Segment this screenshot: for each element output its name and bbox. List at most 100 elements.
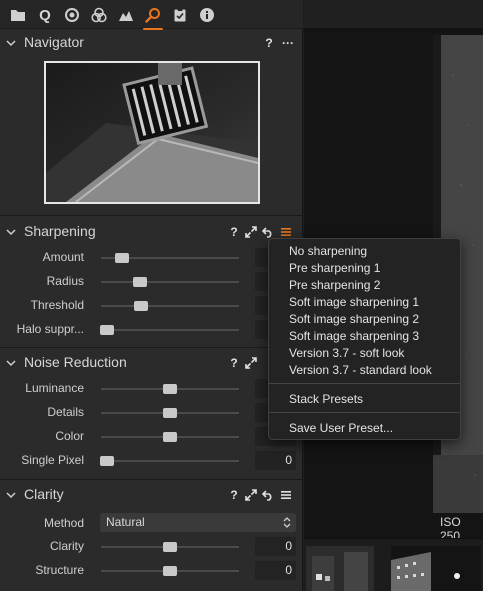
chevron-down-icon[interactable] [6,38,16,48]
value-field[interactable]: 0 [255,537,296,556]
slider-row-radius: Radius [0,270,303,294]
menu-item-soft-sharpening-2[interactable]: Soft image sharpening 2 [289,312,419,326]
navigator-header[interactable]: Navigator ? ··· [0,30,303,56]
slider-knob[interactable] [163,542,177,552]
menu-item-no-sharpening[interactable]: No sharpening [289,244,367,258]
menu-item-v37-standard[interactable]: Version 3.7 - standard look [289,363,432,377]
slider-knob[interactable] [99,325,114,335]
slider-track[interactable] [101,253,239,263]
more-icon[interactable]: ··· [280,36,296,50]
updown-chevron-icon [283,517,291,528]
menu-item-save-user-preset[interactable]: Save User Preset... [289,421,393,435]
method-value: Natural [106,515,145,529]
method-row: Method Natural [0,512,303,536]
slider-row-color: Color 50 [0,425,303,449]
slider-row-structure: Structure 0 [0,559,303,583]
filmstrip-thumbnail[interactable] [391,546,481,591]
sharpening-header[interactable]: Sharpening ? [0,219,303,245]
value-field[interactable]: 0 [255,561,296,580]
slider-label: Halo suppr... [16,322,84,336]
metadata-icon[interactable] [170,5,190,25]
presets-menu-icon[interactable] [279,488,293,502]
slider-knob[interactable] [163,384,177,394]
slider-label: Clarity [49,539,84,553]
expand-icon[interactable] [244,356,258,370]
slider-track[interactable] [101,566,239,576]
slider-track[interactable] [101,277,239,287]
chevron-down-icon[interactable] [6,490,16,500]
navigator-title: Navigator [24,34,84,50]
expand-icon[interactable] [244,488,258,502]
clarity-title: Clarity [24,486,64,502]
value-field[interactable]: 0 [255,451,296,470]
slider-label: Radius [46,274,84,288]
menu-item-stack-presets[interactable]: Stack Presets [289,392,363,406]
navigator-preview[interactable] [44,61,260,204]
noise-reduction-header[interactable]: Noise Reduction ? [0,350,303,376]
preview-image [46,63,258,202]
slider-knob[interactable] [163,432,177,442]
reset-icon[interactable] [261,225,275,239]
tool-tabs-bar: Q [0,0,303,30]
noise-reduction-section: Noise Reduction ? Luminance Details Colo… [0,349,303,480]
slider-track[interactable] [101,542,239,552]
menu-separator [269,383,460,384]
slider-track[interactable] [101,432,239,442]
sharpening-presets-menu: No sharpening Pre sharpening 1 Pre sharp… [268,238,461,440]
slider-knob[interactable] [163,408,177,418]
filmstrip-thumbnail[interactable] [306,546,374,591]
menu-item-v37-soft[interactable]: Version 3.7 - soft look [289,346,404,360]
presets-menu-icon[interactable] [279,225,293,239]
thumbnail-image [306,546,374,591]
menu-separator [269,412,460,413]
method-select[interactable]: Natural [100,513,296,532]
clarity-section: Clarity ? Method Natural Clarity 0 Struc… [0,481,303,591]
slider-track[interactable] [99,456,239,466]
color-icon[interactable] [62,5,82,25]
sharpening-section: Sharpening ? Amount Radius Threshold Hal… [0,217,303,348]
chevron-down-icon[interactable] [6,227,16,237]
slider-label: Structure [35,563,84,577]
sharpening-title: Sharpening [24,223,96,239]
slider-knob[interactable] [99,456,114,466]
exposure-icon[interactable] [116,5,136,25]
menu-item-pre-sharpening-1[interactable]: Pre sharpening 1 [289,261,380,275]
details-icon[interactable] [143,5,163,30]
method-label: Method [43,516,84,530]
menu-item-soft-sharpening-1[interactable]: Soft image sharpening 1 [289,295,419,309]
help-icon[interactable]: ? [227,225,241,239]
slider-row-single-pixel: Single Pixel 0 [0,449,303,473]
slider-row-amount: Amount [0,246,303,270]
info-icon[interactable] [197,5,217,25]
slider-knob[interactable] [134,301,149,311]
slider-label: Threshold [30,298,84,312]
slider-knob[interactable] [163,566,177,576]
slider-track[interactable] [101,384,239,394]
slider-track[interactable] [101,408,239,418]
help-icon[interactable]: ? [262,36,276,50]
thumbnail-image [391,546,481,591]
slider-label: Color [55,429,84,443]
reset-icon[interactable] [261,488,275,502]
clarity-header[interactable]: Clarity ? [0,482,303,508]
viewer-toolbar [304,0,483,29]
filmstrip [304,538,483,591]
help-icon[interactable]: ? [227,356,241,370]
quick-icon[interactable]: Q [35,5,55,25]
slider-track[interactable] [99,325,239,335]
noise-reduction-title: Noise Reduction [24,354,127,370]
chevron-down-icon[interactable] [6,358,16,368]
slider-row-clarity: Clarity 0 [0,535,303,559]
slider-row-threshold: Threshold [0,294,303,318]
slider-knob[interactable] [114,253,129,263]
slider-row-halo: Halo suppr... [0,318,303,342]
menu-item-pre-sharpening-2[interactable]: Pre sharpening 2 [289,278,380,292]
help-icon[interactable]: ? [227,488,241,502]
slider-label: Luminance [25,381,84,395]
color-channels-icon[interactable] [89,5,109,25]
expand-icon[interactable] [244,225,258,239]
menu-item-soft-sharpening-3[interactable]: Soft image sharpening 3 [289,329,419,343]
slider-knob[interactable] [132,277,147,287]
slider-track[interactable] [101,301,239,311]
folder-icon[interactable] [8,5,28,25]
